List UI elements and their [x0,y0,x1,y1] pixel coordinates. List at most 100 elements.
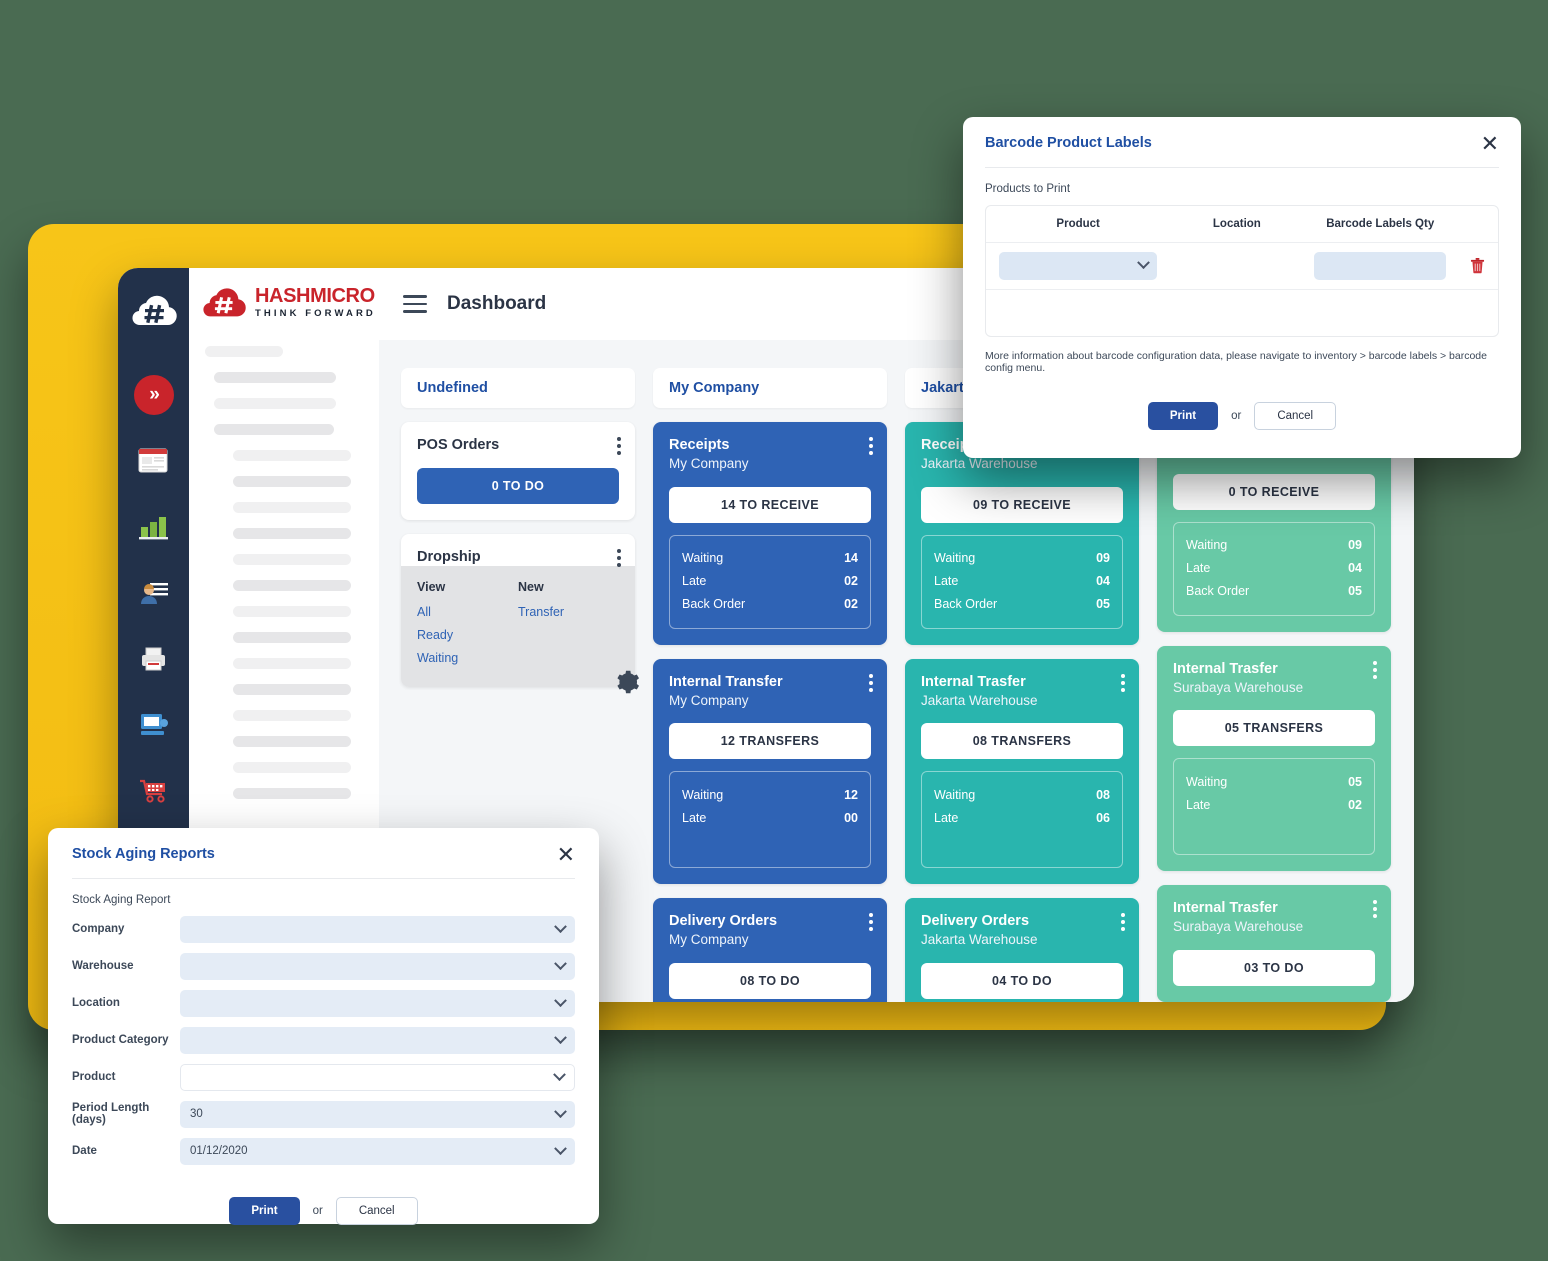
brand-logo: HASHMICRO THINK FORWARD [189,268,379,338]
card-menu-icon[interactable] [869,437,873,455]
card-stats: Waiting 14 Late 02 Back Order 02 [669,534,871,629]
card-menu-icon[interactable] [1121,673,1125,692]
card-action-pill[interactable]: 08 TO DO [669,963,871,1000]
card-action-pill[interactable]: 0 TO DO [417,468,619,505]
skeleton-line [214,424,334,435]
rail-item-print[interactable] [131,636,177,682]
rail-item-news[interactable] [131,438,177,484]
chevron-down-icon [554,993,567,1007]
field-select[interactable] [180,915,575,943]
print-button[interactable]: Print [1147,401,1219,430]
field-label: Warehouse [72,960,134,973]
dashboard-card: Delivery Orders My Company 08 TO DO [653,898,887,1002]
view-link[interactable]: Waiting [417,651,518,665]
card-action-pill[interactable]: 0 TO RECEIVE [1173,473,1375,510]
stat-row: Back Order 05 [934,593,1110,616]
gear-icon[interactable] [615,669,641,695]
rail-item-employees[interactable] [131,570,177,616]
section-label: Products to Print [985,182,1071,195]
field-select[interactable] [180,1063,575,1091]
stat-value: 02 [1348,797,1362,812]
card-subtitle: Jakarta Warehouse [921,692,1038,708]
card-action-pill[interactable]: 08 TRANSFERS [921,723,1123,760]
card-action-pill[interactable]: 05 TRANSFERS [1173,710,1375,747]
stat-row: Late 00 [682,806,858,829]
field-select[interactable] [180,1026,575,1054]
skeleton-line [233,736,351,747]
card-title: Delivery Orders [669,913,778,930]
stat-value: 05 [1096,597,1110,612]
page-title: Dashboard [447,293,547,314]
chevron-down-icon [553,1067,566,1081]
form-row: Company [72,915,575,943]
card-title: POS Orders [417,437,500,453]
stat-label: Late [1186,561,1211,576]
card-action-pill[interactable]: 14 TO RECEIVE [669,486,871,523]
card-menu-icon[interactable] [617,549,621,568]
skeleton-line [233,554,351,565]
stat-value: 12 [844,787,858,802]
form-row: Location [72,989,575,1017]
hamburger-menu-icon[interactable] [403,295,427,313]
form-row: Warehouse [72,952,575,980]
card-subtitle: My Company [669,692,749,708]
stat-label: Late [682,574,707,589]
card-action-pill[interactable]: 09 TO RECEIVE [921,486,1123,523]
rail-item-pos[interactable] [131,702,177,748]
cancel-button[interactable]: Cancel [1254,401,1337,430]
table-row [986,241,1498,290]
stat-label: Late [682,810,707,825]
card-action-pill[interactable]: 03 TO DO [1173,950,1375,986]
card-menu-icon[interactable] [1121,913,1125,932]
card-action-pill[interactable]: 12 TRANSFERS [669,723,871,760]
dialog-actions: Print or Cancel [72,1196,575,1225]
card-menu-icon[interactable] [869,913,873,932]
card-action-pill[interactable]: 04 TO DO [921,963,1123,1000]
product-select[interactable] [998,251,1158,280]
rail-item-expand[interactable]: » [131,372,177,418]
delete-row-icon[interactable] [1470,257,1485,274]
screenshot-root: » HASHMICRO THINK FORWARD Dashboard Unde… [0,0,1548,1261]
new-link[interactable]: Transfer [518,605,619,619]
field-select[interactable]: 30 [180,1100,575,1128]
stat-value: 14 [844,551,858,566]
card-menu-icon[interactable] [869,673,873,692]
field-select[interactable]: 01/12/2020 [180,1137,575,1165]
chevron-down-icon [554,919,567,933]
dialog-header: Stock Aging Reports ✕ [72,844,575,879]
skeleton-line [214,372,336,383]
skeleton-line [233,606,351,617]
skeleton-line [233,502,351,513]
close-icon[interactable]: ✕ [1481,133,1499,155]
print-button[interactable]: Print [229,1196,300,1225]
form-row: Product [72,1063,575,1091]
products-to-print-table: Product Location Barcode Labels Qty [985,204,1499,337]
stat-value: 06 [1096,810,1110,825]
rail-item-purchase[interactable] [131,768,177,814]
card-menu-icon[interactable] [1373,900,1377,919]
stat-value: 02 [844,574,858,589]
card-stats: Waiting 12 Late 00 [669,771,871,869]
card-menu-icon[interactable] [1373,660,1377,679]
view-header: View [417,580,446,595]
stock-aging-reports-dialog: Stock Aging Reports ✕ Stock Aging Report… [48,828,599,1225]
rail-item-reports[interactable] [131,504,177,550]
new-header: New [518,580,544,595]
field-select[interactable] [180,989,575,1017]
close-icon[interactable]: ✕ [557,844,575,866]
field-select[interactable] [180,952,575,980]
dialog-header: Barcode Product Labels ✕ [985,133,1499,168]
chevron-down-icon [554,1104,567,1118]
dashboard-column: My Company Receipts My Company 14 TO RECEIV… [653,368,887,1002]
chevron-double-right-icon: » [133,375,174,415]
stat-row: Late 02 [1186,793,1362,816]
view-link[interactable]: All [417,605,518,619]
stat-label: Back Order [1186,584,1250,599]
barcode-qty-input[interactable] [1314,251,1447,280]
view-link[interactable]: Ready [417,628,518,642]
card-menu-icon[interactable] [617,437,621,455]
cancel-button[interactable]: Cancel [335,1196,418,1225]
stat-value: 09 [1096,551,1110,566]
dialog-title: Stock Aging Reports [72,846,215,862]
skeleton-line [233,632,351,643]
